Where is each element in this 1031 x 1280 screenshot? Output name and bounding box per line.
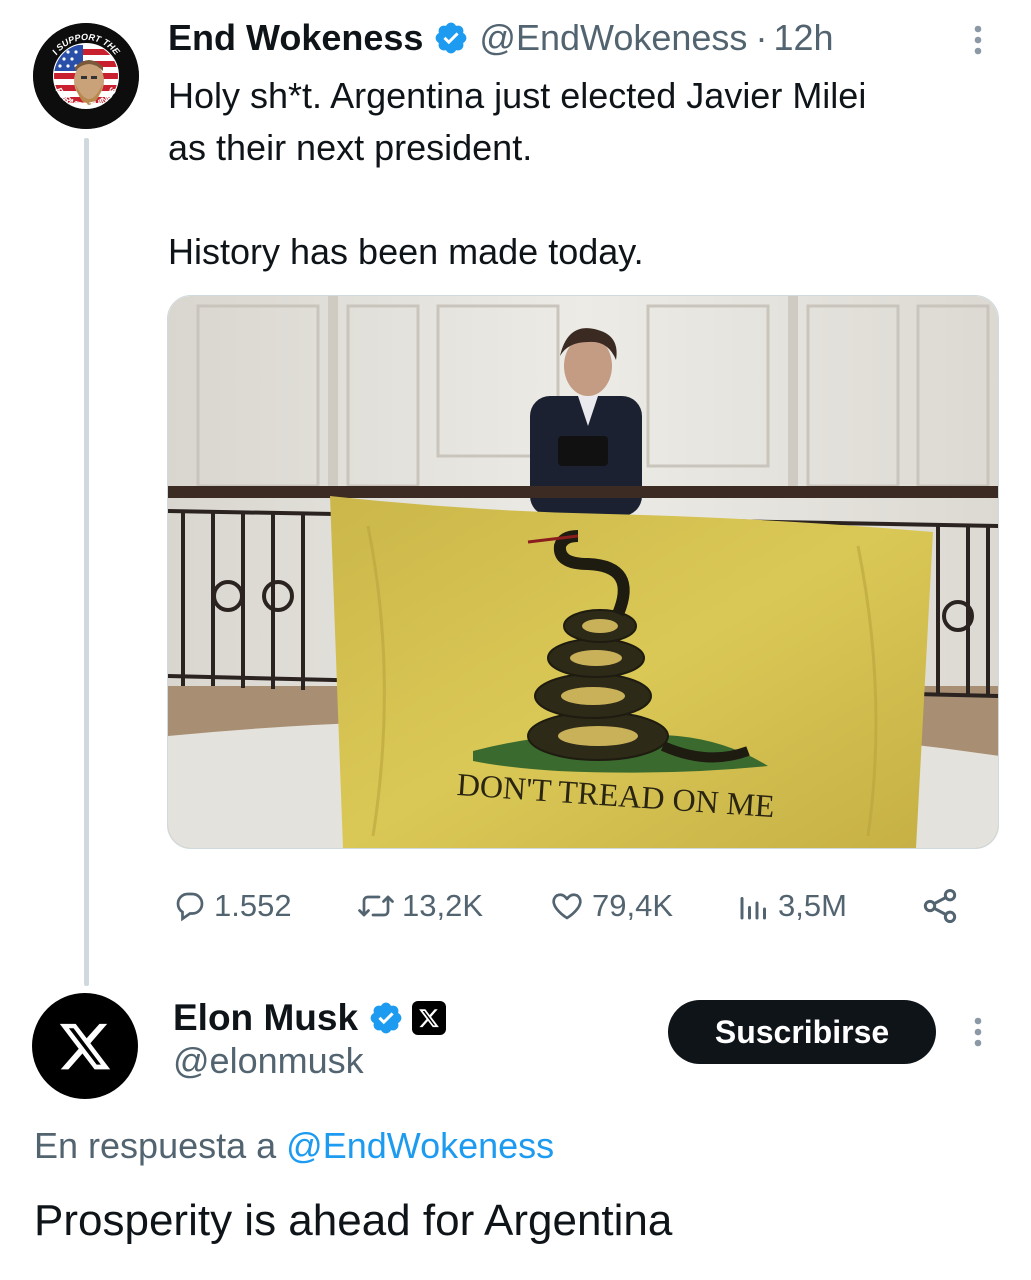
header-separator: · [755, 17, 768, 58]
x-logo-icon [59, 1023, 111, 1070]
reply-count: 1.552 [214, 888, 292, 923]
like-button[interactable]: 79,4K [548, 880, 673, 932]
reply-author-handle[interactable]: @elonmusk [173, 1040, 364, 1082]
reply-author-name[interactable]: Elon Musk [173, 997, 358, 1039]
tweet-text: Holy sh*t. Argentina just elected Javier… [168, 75, 867, 272]
views-icon [740, 897, 766, 920]
reply-icon [176, 892, 204, 922]
author-avatar[interactable]: I SUPPORT THE FORMER THINGS [33, 23, 139, 129]
heart-icon [552, 893, 582, 920]
retweet-icon [358, 895, 394, 917]
thread-connector-line [84, 138, 89, 986]
reply-context: En respuesta a @EndWokeness [34, 1125, 554, 1167]
tweet-image[interactable]: DON'T TREAD ON ME [167, 295, 999, 849]
more-vertical-icon[interactable] [966, 20, 990, 60]
reply-tweet-text: Prosperity is ahead for Argentina [34, 1196, 673, 1245]
subscribe-button[interactable]: Suscribirse [668, 1000, 936, 1064]
tweet-time[interactable]: 12h [773, 17, 833, 59]
tweet-actions-bar: 1.552 13,2K 79,4K 3,5M [168, 880, 968, 932]
photo-gadsden-flag: DON'T TREAD ON ME [168, 296, 998, 848]
avatar-logo: I SUPPORT THE FORMER THINGS [33, 23, 139, 129]
reply-prefix: En respuesta a [34, 1125, 277, 1166]
like-count: 79,4K [592, 888, 674, 923]
share-button[interactable] [920, 880, 966, 932]
views-button[interactable]: 3,5M [736, 880, 847, 932]
author-handle[interactable]: @EndWokeness [479, 17, 747, 59]
x-logo-icon [419, 1009, 439, 1028]
retweet-button[interactable]: 13,2K [356, 880, 483, 932]
verified-badge-icon [436, 22, 467, 54]
reply-to-handle-link[interactable]: @EndWokeness [286, 1125, 554, 1166]
affiliate-badge [412, 1001, 447, 1035]
retweet-count: 13,2K [402, 888, 484, 923]
tweet-header: End Wokeness @EndWokeness · 12h [168, 14, 834, 62]
share-icon [923, 889, 957, 923]
views-count: 3,5M [778, 888, 847, 923]
author-name[interactable]: End Wokeness [168, 17, 423, 59]
verified-badge-icon [370, 1002, 402, 1034]
reply-header: Elon Musk [173, 994, 447, 1042]
reply-button[interactable]: 1.552 [172, 880, 292, 932]
reply-author-avatar[interactable] [32, 993, 138, 1099]
more-vertical-icon[interactable] [966, 1012, 990, 1052]
